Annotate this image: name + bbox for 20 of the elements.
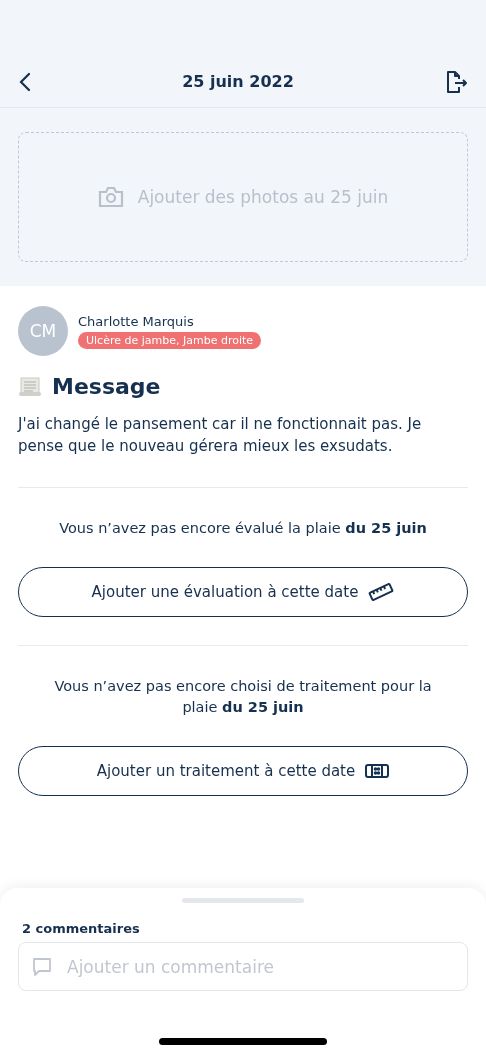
comment-count: 2 commentaires [22,921,141,936]
message-text: J'ai changé le pansement car il ne fonctionnait pas. Je pense que le nouveau gérera mieux les exsudats. [18,413,468,488]
author-name: Charlotte Marquis [78,313,194,329]
bandage-icon [365,764,390,778]
back-icon [18,71,32,92]
drag-handle[interactable] [182,898,304,903]
camera-icon [97,186,124,208]
prompt-text: Vous n’avez pas encore choisi de traitement pour la plaie du 25 juin [53,677,433,717]
add-button[interactable]: Ajouter une évaluation à cette date [18,567,468,617]
prompt-text: Vous n’avez pas encore évalué la plaie du 25 juin [58,519,428,538]
scroll-icon [18,376,42,397]
comment-field[interactable]: Ajouter un commentaire [18,942,468,991]
wound-tag: Ulcère de jambe, Jambe droite [78,331,262,349]
ruler-icon [368,583,395,601]
add-button[interactable]: Ajouter un traitement à cette date [18,746,468,796]
page-title: 25 juin 2022 [182,72,294,91]
export-icon [444,69,468,94]
comment-icon [32,957,52,977]
avatar: CM [18,306,68,356]
message-title: Message [52,374,161,399]
